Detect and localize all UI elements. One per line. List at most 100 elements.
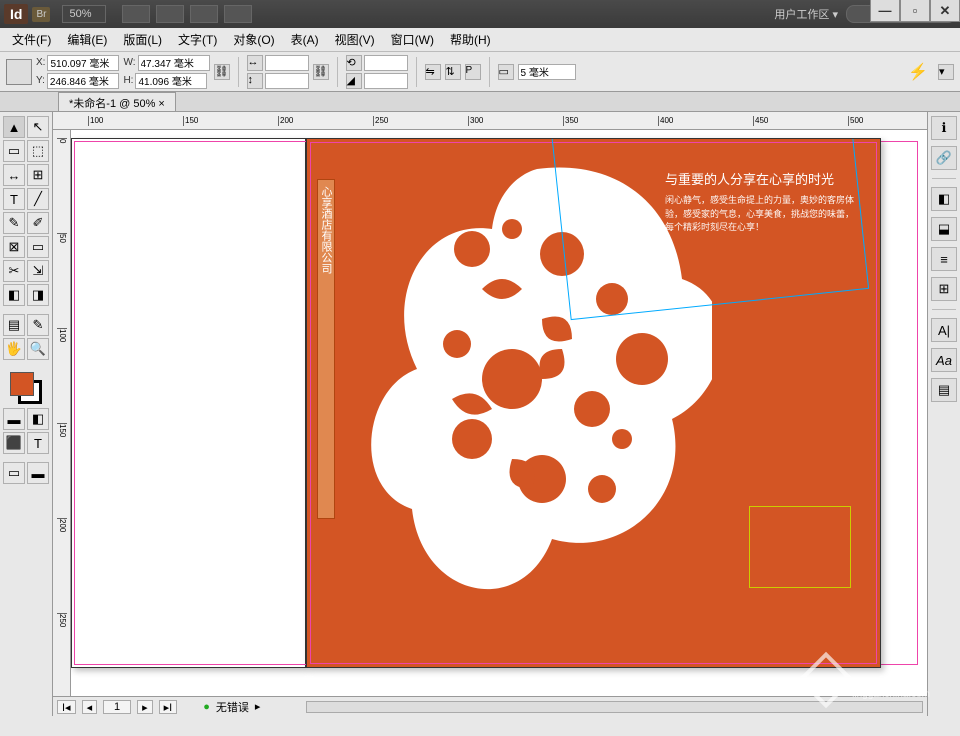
scale-x-input[interactable] — [265, 55, 309, 71]
pen-tool[interactable]: ✎ — [3, 212, 25, 234]
selected-frame[interactable] — [551, 138, 869, 320]
horizontal-scrollbar[interactable] — [306, 701, 923, 713]
gpu-icon[interactable]: ⚡ — [908, 62, 928, 82]
eyedropper-tool[interactable]: ✎ — [27, 314, 49, 336]
zoom-tool[interactable]: 🔍 — [27, 338, 49, 360]
spine-box[interactable]: 心享酒店有限公司 — [317, 179, 335, 519]
last-page-button[interactable]: ▸I — [159, 700, 178, 714]
y-input[interactable] — [47, 73, 119, 89]
formatting-text-icon[interactable]: T — [27, 432, 49, 454]
view-mode-button-1[interactable] — [122, 5, 150, 23]
scale-y-icon[interactable]: ↕ — [247, 73, 263, 89]
controlbar-menu-icon[interactable]: ▾ — [938, 64, 954, 80]
gradient-tool[interactable]: ◧ — [3, 284, 25, 306]
flip-h-icon[interactable]: ⇋ — [425, 64, 441, 80]
control-bar: X: Y: W: H: ⛓ ↔ ↕ ⛓ ⟲ ◢ ⇋ ⇅ P ▭ ⚡ ▾ — [0, 52, 960, 92]
menu-文件[interactable]: 文件(F) — [4, 28, 59, 51]
link-icon[interactable]: ⛓ — [214, 64, 230, 80]
shear-input[interactable] — [364, 73, 408, 89]
fill-swatch[interactable] — [10, 372, 34, 396]
reference-point-icon[interactable] — [6, 59, 32, 85]
menu-视图[interactable]: 视图(V) — [327, 28, 383, 51]
ruler-h-tick: 150 — [183, 116, 198, 126]
stroke-panel-icon[interactable]: ≡ — [931, 247, 957, 271]
menu-文字[interactable]: 文字(T) — [170, 28, 225, 51]
view-mode-button-2[interactable] — [156, 5, 184, 23]
fill-stroke-swatch[interactable] — [10, 372, 42, 404]
workspace-select[interactable]: 用户工作区 ▾ — [774, 6, 838, 22]
yellow-frame[interactable] — [750, 507, 850, 587]
shear-icon[interactable]: ◢ — [346, 73, 362, 89]
note-tool[interactable]: ▤ — [3, 314, 25, 336]
link-scale-icon[interactable]: ⛓ — [313, 64, 329, 80]
apply-color-icon[interactable]: ▬ — [3, 408, 25, 430]
x-input[interactable] — [47, 55, 119, 71]
char-panel-icon[interactable]: A| — [931, 318, 957, 342]
scissors-tool[interactable]: ✂ — [3, 260, 25, 282]
rotate-icon[interactable]: ⟲ — [346, 55, 362, 71]
scale-y-input[interactable] — [265, 73, 309, 89]
w-input[interactable] — [138, 55, 210, 71]
prev-page-button[interactable]: ◂ — [82, 700, 98, 714]
minimize-button[interactable]: — — [870, 0, 900, 22]
type-tool[interactable]: T — [3, 188, 25, 210]
pages-panel-icon[interactable]: ◧ — [931, 187, 957, 211]
selection-tool[interactable]: ▲ — [3, 116, 25, 138]
flip-v-icon[interactable]: ⇅ — [445, 64, 461, 80]
rotate-input[interactable] — [364, 55, 408, 71]
page-number-input[interactable] — [103, 700, 131, 714]
content-tool-2[interactable]: ⊞ — [27, 164, 49, 186]
swatches-panel-icon[interactable]: ⊞ — [931, 277, 957, 301]
para-panel-icon[interactable]: Aa — [931, 348, 957, 372]
menu-对象[interactable]: 对象(O) — [225, 28, 282, 51]
stroke-icon[interactable]: ▭ — [498, 64, 514, 80]
page-tool[interactable]: ▭ — [3, 140, 25, 162]
maximize-button[interactable]: ▫ — [900, 0, 930, 22]
preflight-status[interactable]: 无错误 — [216, 699, 249, 715]
menu-表[interactable]: 表(A) — [283, 28, 327, 51]
formatting-container-icon[interactable]: ⬛ — [3, 432, 25, 454]
ruler-v-tick: 100 — [57, 328, 67, 342]
document-tab-bar: *未命名-1 @ 50% × — [0, 92, 960, 112]
first-page-button[interactable]: I◂ — [57, 700, 76, 714]
horizontal-ruler[interactable]: 100150200250300350400450500550 — [53, 112, 927, 130]
next-page-button[interactable]: ▸ — [137, 700, 153, 714]
gradient-feather-tool[interactable]: ◨ — [27, 284, 49, 306]
stroke-input[interactable] — [518, 64, 576, 80]
gap-tool[interactable]: ⬚ — [27, 140, 49, 162]
screen-mode-preview[interactable]: ▬ — [27, 462, 49, 484]
menu-帮助[interactable]: 帮助(H) — [442, 28, 499, 51]
direct-selection-tool[interactable]: ↖ — [27, 116, 49, 138]
info-panel-icon[interactable]: ℹ — [931, 116, 957, 140]
links-panel-icon[interactable]: 🔗 — [931, 146, 957, 170]
document-tab[interactable]: *未命名-1 @ 50% × — [58, 92, 176, 111]
menu-版面[interactable]: 版面(L) — [115, 28, 170, 51]
menu-窗口[interactable]: 窗口(W) — [383, 28, 442, 51]
preflight-icon[interactable]: ● — [203, 701, 210, 713]
bridge-badge[interactable]: Br — [32, 7, 50, 22]
apply-gradient-icon[interactable]: ◧ — [27, 408, 49, 430]
viewport[interactable]: 心享酒店有限公司 — [71, 130, 927, 696]
story-panel-icon[interactable]: ▤ — [931, 378, 957, 402]
layers-panel-icon[interactable]: ⬓ — [931, 217, 957, 241]
left-page[interactable] — [71, 138, 306, 668]
ruler-h-tick: 500 — [848, 116, 863, 126]
view-mode-button-3[interactable] — [190, 5, 218, 23]
zoom-select[interactable]: 50% — [62, 5, 106, 23]
view-mode-button-4[interactable] — [224, 5, 252, 23]
scale-x-icon[interactable]: ↔ — [247, 55, 263, 71]
menu-编辑[interactable]: 编辑(E) — [59, 28, 115, 51]
right-page[interactable]: 心享酒店有限公司 — [306, 138, 881, 668]
transform-tool[interactable]: ⇲ — [27, 260, 49, 282]
vertical-ruler[interactable]: 050100150200250 — [53, 130, 71, 696]
screen-mode-normal[interactable]: ▭ — [3, 462, 25, 484]
rectangle-tool[interactable]: ▭ — [27, 236, 49, 258]
line-tool[interactable]: ╱ — [27, 188, 49, 210]
hand-tool[interactable]: 🖐 — [3, 338, 25, 360]
h-input[interactable] — [135, 73, 207, 89]
close-button[interactable]: ✕ — [930, 0, 960, 22]
content-tool[interactable]: ↔ — [3, 164, 25, 186]
p-icon[interactable]: P — [465, 64, 481, 80]
pencil-tool[interactable]: ✐ — [27, 212, 49, 234]
frame-tool[interactable]: ⊠ — [3, 236, 25, 258]
